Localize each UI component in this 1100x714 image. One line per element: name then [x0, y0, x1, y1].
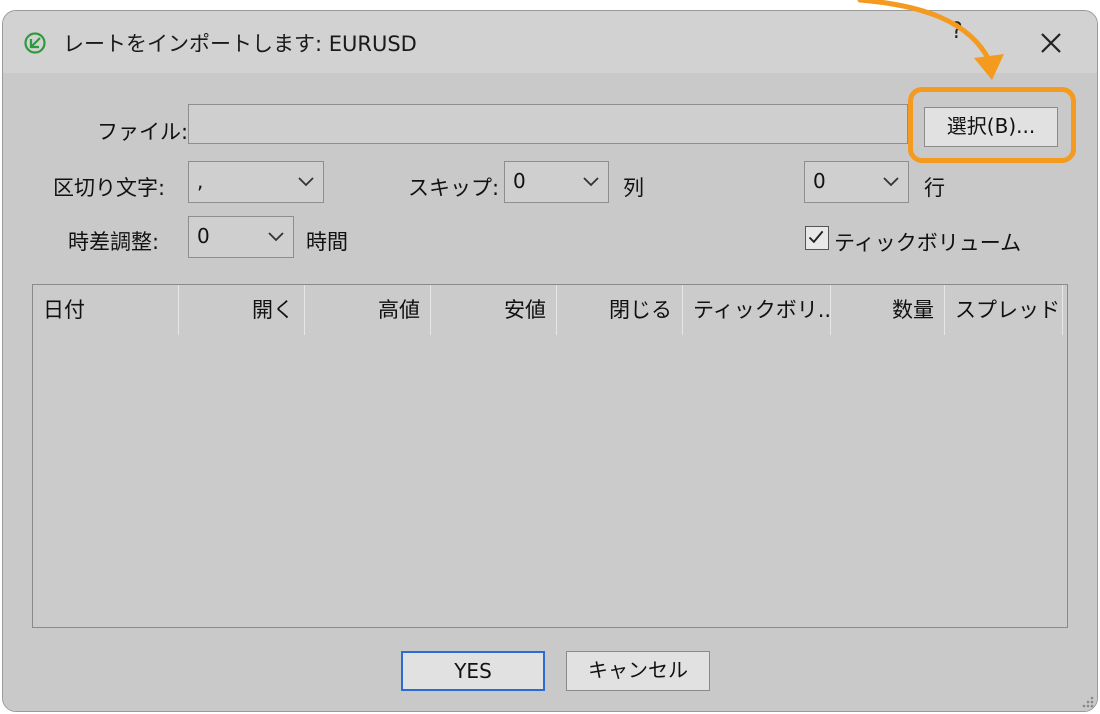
- timezone-label: 時差調整:: [68, 230, 160, 254]
- column-header[interactable]: 日付: [33, 285, 179, 335]
- column-header[interactable]: ティックボリ...: [683, 285, 831, 335]
- column-header[interactable]: 数量: [831, 285, 945, 335]
- timezone-select[interactable]: 0: [188, 216, 294, 258]
- skip-columns-value: 0: [513, 169, 526, 193]
- tick-volume-label[interactable]: ティックボリューム: [834, 227, 1021, 257]
- skip-rows-select[interactable]: 0: [804, 161, 909, 203]
- chevron-down-icon: [583, 177, 599, 187]
- column-header[interactable]: 高値: [305, 285, 431, 335]
- import-check-icon: [24, 32, 46, 54]
- delimiter-select[interactable]: ,: [188, 161, 324, 203]
- checkmark-icon: [808, 230, 824, 244]
- column-header[interactable]: 安値: [431, 285, 557, 335]
- column-header[interactable]: スプレッド: [945, 285, 1063, 335]
- column-header[interactable]: 開く: [179, 285, 305, 335]
- cancel-button[interactable]: キャンセル: [566, 651, 710, 691]
- timezone-value: 0: [197, 224, 210, 248]
- browse-button-highlight: [908, 87, 1076, 163]
- close-icon[interactable]: [1033, 25, 1069, 61]
- file-path-input[interactable]: [188, 104, 908, 144]
- tick-volume-checkbox[interactable]: [805, 226, 829, 250]
- skip-rows-value: 0: [813, 169, 826, 193]
- resize-grip-icon[interactable]: [1080, 694, 1094, 708]
- file-label: ファイル:: [97, 120, 189, 144]
- hours-unit-label: 時間: [306, 230, 348, 254]
- rows-unit-label: 行: [924, 176, 945, 200]
- pointer-arrow-icon: [857, 0, 1004, 80]
- chevron-down-icon: [298, 177, 314, 187]
- window-title: レートをインポートします: EURUSD: [63, 32, 417, 56]
- skip-columns-select[interactable]: 0: [504, 161, 609, 203]
- delimiter-label: 区切り文字:: [53, 176, 166, 200]
- column-header[interactable]: 閉じる: [557, 285, 683, 335]
- delimiter-value: ,: [197, 169, 204, 193]
- chevron-down-icon: [883, 177, 899, 187]
- skip-label: スキップ:: [408, 176, 500, 200]
- chevron-down-icon: [268, 232, 284, 242]
- columns-unit-label: 列: [623, 176, 644, 200]
- preview-table[interactable]: 日付 開く 高値 安値 閉じる ティックボリ... 数量 スプレッド: [32, 284, 1068, 628]
- yes-button[interactable]: YES: [401, 651, 545, 691]
